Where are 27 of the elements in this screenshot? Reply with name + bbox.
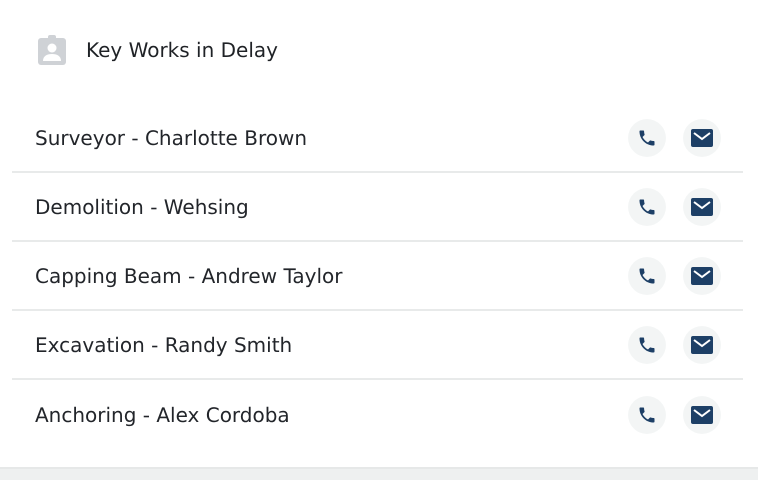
contact-label: Surveyor - Charlotte Brown	[35, 126, 308, 150]
email-button[interactable]	[683, 188, 721, 226]
contact-label: Excavation - Randy Smith	[35, 332, 294, 356]
email-button[interactable]	[683, 256, 721, 294]
contact-label: Demolition - Wehsing	[35, 194, 250, 218]
card-title: Key Works in Delay	[86, 38, 278, 62]
envelope-icon	[691, 406, 713, 424]
call-button[interactable]	[628, 188, 666, 226]
email-button[interactable]	[683, 396, 721, 434]
phone-icon	[637, 334, 657, 354]
contact-label: Anchoring - Alex Cordoba	[35, 402, 291, 426]
call-button[interactable]	[628, 256, 666, 294]
phone-icon	[637, 196, 657, 216]
email-button[interactable]	[683, 326, 721, 364]
envelope-icon	[691, 266, 713, 284]
contact-label: Capping Beam - Andrew Taylor	[35, 264, 344, 288]
phone-icon	[637, 404, 657, 424]
call-button[interactable]	[628, 326, 666, 364]
email-button[interactable]	[683, 118, 721, 156]
id-badge-icon	[38, 35, 66, 65]
envelope-icon	[691, 128, 713, 146]
call-button[interactable]	[628, 396, 666, 434]
call-button[interactable]	[628, 118, 666, 156]
phone-icon	[637, 266, 657, 286]
phone-icon	[637, 128, 657, 148]
envelope-icon	[691, 336, 713, 354]
envelope-icon	[691, 198, 713, 216]
